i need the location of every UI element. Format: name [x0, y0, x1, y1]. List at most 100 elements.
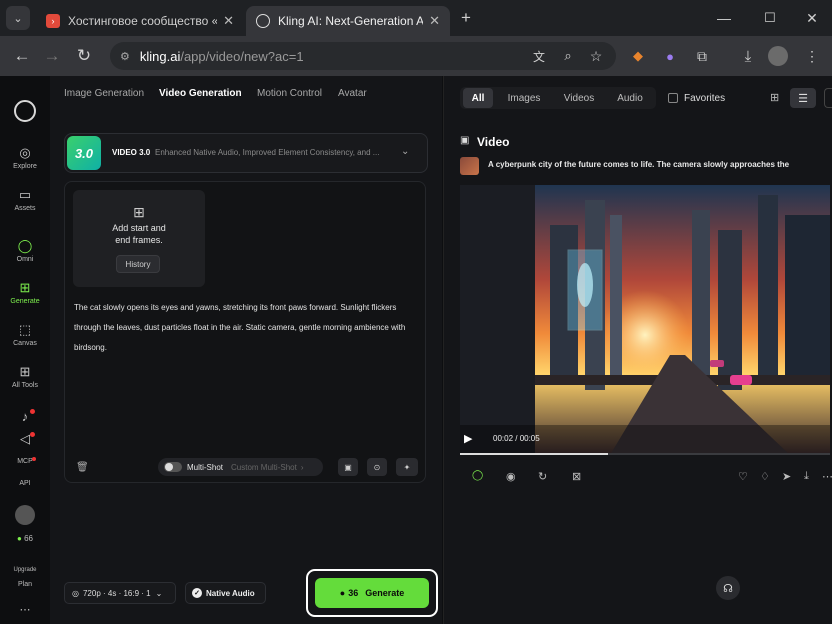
video-player[interactable] — [460, 185, 830, 455]
download-icon[interactable]: ⤓ — [736, 44, 760, 68]
compass-icon: ◎ — [19, 145, 31, 160]
chevron-right-icon: › — [300, 462, 304, 472]
url-domain: kling.ai — [139, 48, 181, 64]
new-tab-icon[interactable]: + — [454, 6, 478, 30]
filter-videos[interactable]: Videos — [556, 88, 602, 108]
panel-toggle-button[interactable] — [824, 88, 832, 108]
list-view-icon[interactable]: ☰ — [790, 88, 816, 108]
tab-avatar[interactable]: Avatar — [338, 88, 367, 99]
sidebar-item-api[interactable]: API — [0, 480, 50, 487]
frames-hint-line1: Add start and — [112, 223, 166, 233]
video-section-icon: ▣ — [460, 135, 470, 146]
save-icon[interactable]: ▣ — [338, 458, 358, 476]
settings-icon: ◎ — [72, 588, 79, 598]
progress-track[interactable] — [460, 453, 830, 455]
sidebar-item-assets[interactable]: ▭ Assets — [0, 187, 50, 212]
plan-label[interactable]: Plan — [0, 581, 50, 588]
thumbs-down-icon[interactable]: ♢ — [760, 470, 770, 483]
bell-icon: ♪ — [21, 409, 29, 424]
close-icon[interactable]: ✕ — [429, 13, 440, 29]
more-icon[interactable]: ⋯ — [822, 470, 832, 483]
sidebar-item-all-tools[interactable]: ⊞ All Tools — [0, 364, 50, 389]
favorites-checkbox[interactable] — [668, 93, 678, 103]
reload-icon[interactable]: ↻ — [72, 44, 96, 68]
forward-icon[interactable]: → — [40, 44, 64, 68]
video-settings-dropdown[interactable]: ◎ 720p · 4s · 16:9 · 1 ⌄ — [64, 582, 176, 604]
notifications-button[interactable]: ♪ — [0, 409, 50, 426]
notification-dot — [30, 409, 35, 414]
magic-icon[interactable]: ✦ — [396, 458, 418, 476]
history-button[interactable]: History — [116, 255, 160, 273]
eye-icon[interactable]: ◉ — [506, 470, 516, 483]
browser-tab-timeweb[interactable]: › Хостинговое сообщество «Tim ✕ — [36, 6, 244, 36]
maximize-icon[interactable]: ☐ — [758, 6, 782, 30]
tab-motion-control[interactable]: Motion Control — [257, 88, 322, 99]
prompt-input[interactable]: The cat slowly opens its eyes and yawns,… — [74, 298, 419, 358]
notification-dot — [30, 432, 35, 437]
sidebar-item-generate[interactable]: ⊞ Generate — [0, 280, 50, 305]
generate-button[interactable]: ● 36 Generate — [315, 578, 429, 608]
profile-avatar[interactable] — [768, 46, 788, 66]
share-icon[interactable]: ➤ — [782, 470, 791, 483]
extension-icon[interactable]: ● — [658, 44, 682, 68]
video-time: 00:02 / 00:05 — [493, 434, 540, 443]
notification-dot — [32, 457, 36, 461]
close-icon[interactable]: ✕ — [223, 13, 234, 29]
sidebar-item-omni[interactable]: ◯ Omni — [0, 238, 50, 263]
sidebar-item-explore[interactable]: ◎ Explore — [0, 145, 50, 170]
folder-icon: ▭ — [18, 187, 32, 202]
extensions-puzzle-icon[interactable]: ⧉ — [690, 44, 714, 68]
filter-images[interactable]: Images — [500, 88, 548, 108]
tab-search-icon[interactable]: ⌄ — [6, 6, 30, 30]
filter-audio[interactable]: Audio — [610, 88, 650, 108]
play-icon[interactable]: ▶ — [464, 432, 472, 445]
history-icon[interactable]: ↻ — [538, 470, 547, 483]
more-icon[interactable]: ⋯ — [0, 603, 50, 616]
sidebar-item-canvas[interactable]: ⬚ Canvas — [0, 322, 50, 347]
model-name: VIDEO 3.0 — [112, 148, 151, 157]
generate-label: Generate — [365, 588, 405, 598]
section-title: Video — [477, 135, 510, 149]
grid-view-icon[interactable]: ⊞ — [770, 91, 779, 104]
minimize-icon[interactable]: — — [712, 6, 736, 30]
native-audio-toggle[interactable]: ✓ Native Audio — [185, 582, 266, 604]
generate-cost: 36 — [348, 588, 359, 598]
kling-logo[interactable] — [14, 100, 36, 122]
support-headset-icon[interactable]: ☊ — [716, 576, 740, 600]
site-settings-icon[interactable]: ⚙ — [120, 50, 130, 63]
announcements-button[interactable]: ◁ — [0, 431, 50, 449]
back-icon[interactable]: ← — [10, 44, 34, 68]
metamask-extension-icon[interactable]: ◆ — [626, 44, 650, 68]
window-close-icon[interactable]: ✕ — [800, 6, 824, 30]
megaphone-icon: ◁ — [20, 431, 30, 446]
check-icon: ✓ — [192, 588, 202, 598]
item-prompt[interactable]: A cyberpunk city of the future comes to … — [488, 160, 818, 169]
chevron-down-icon[interactable]: ⌄ — [401, 146, 409, 157]
image-edit-icon[interactable]: ⊠ — [572, 470, 581, 483]
trash-icon[interactable]: 🗑 — [76, 462, 89, 473]
upgrade-label[interactable]: Upgrade — [0, 567, 50, 573]
translate-icon[interactable]: 文 — [527, 44, 551, 68]
pin-icon[interactable]: ⊙ — [367, 458, 387, 476]
custom-multishot-label[interactable]: Custom Multi-Shot — [231, 463, 297, 472]
zoom-icon[interactable]: ⌕ — [556, 44, 580, 68]
frames-hint-line2: end frames. — [115, 235, 163, 245]
sidebar-item-mcp[interactable]: MCP — [0, 458, 50, 465]
filter-all[interactable]: All — [463, 88, 493, 108]
omni-action-icon[interactable]: ◯ — [472, 470, 483, 481]
model-description: Enhanced Native Audio, Improved Element … — [155, 148, 380, 157]
toggle-switch[interactable] — [164, 462, 182, 472]
browser-tab-kling[interactable]: Kling AI: Next-Generation AI Cr ✕ — [246, 6, 450, 36]
user-avatar[interactable] — [15, 505, 35, 525]
item-thumbnail[interactable] — [460, 157, 479, 175]
bookmark-star-icon[interactable]: ☆ — [584, 44, 608, 68]
thumbs-up-icon[interactable]: ♡ — [738, 470, 748, 483]
menu-kebab-icon[interactable]: ⋮ — [800, 44, 824, 68]
chevron-down-icon: ⌄ — [155, 588, 163, 598]
favorites-label[interactable]: Favorites — [684, 93, 725, 104]
download-icon[interactable]: ⤓ — [804, 470, 809, 483]
multishot-toggle[interactable]: Multi-Shot Custom Multi-Shot › — [158, 458, 323, 476]
tab-image-generation[interactable]: Image Generation — [64, 88, 144, 99]
credits-counter[interactable]: ● 66 — [0, 534, 50, 543]
tab-video-generation[interactable]: Video Generation — [159, 88, 242, 99]
